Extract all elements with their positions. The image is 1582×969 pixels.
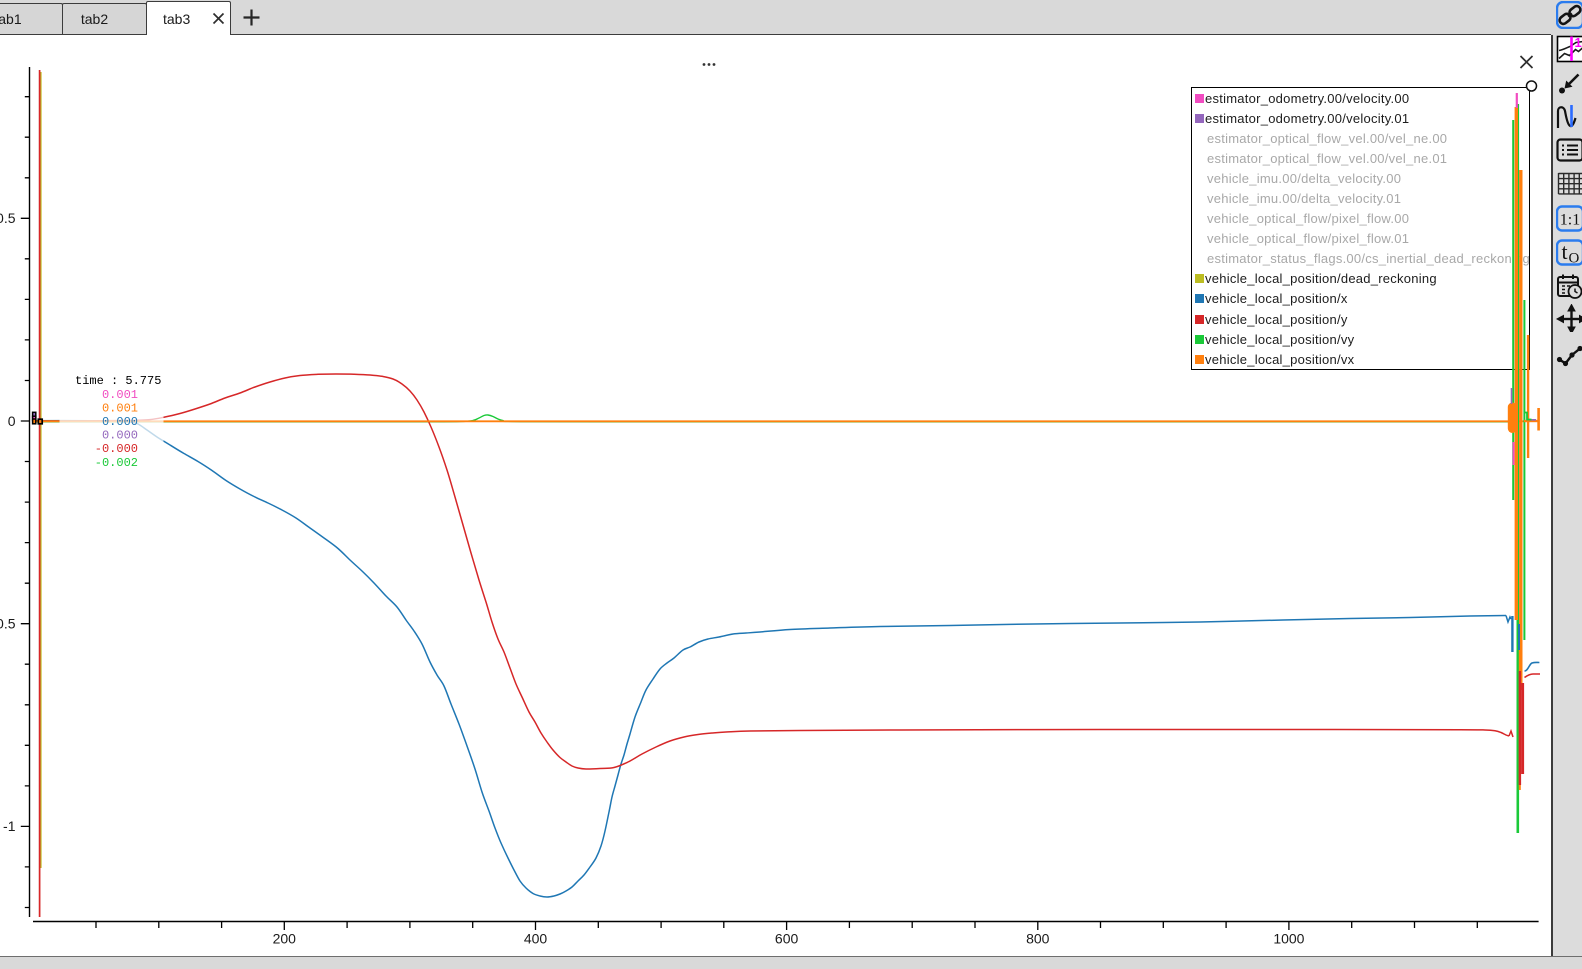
svg-text:0.001: 0.001 (102, 388, 138, 402)
svg-text:0.000: 0.000 (102, 429, 138, 443)
svg-text:200: 200 (273, 931, 297, 947)
svg-text:800: 800 (1026, 931, 1050, 947)
svg-text:-0.000: -0.000 (95, 442, 138, 456)
svg-text:600: 600 (775, 931, 799, 947)
svg-text:400: 400 (524, 931, 548, 947)
svg-text:1000: 1000 (1273, 931, 1304, 947)
svg-text:0.5: 0.5 (0, 210, 16, 226)
svg-text:-1: -1 (3, 818, 16, 834)
svg-text:-0.5: -0.5 (0, 616, 16, 632)
svg-text:0.001: 0.001 (102, 401, 138, 415)
svg-text:time : 5.775: time : 5.775 (75, 374, 161, 388)
svg-text:0.000: 0.000 (102, 415, 138, 429)
svg-text:-0.002: -0.002 (95, 456, 138, 470)
svg-text:0: 0 (8, 413, 16, 429)
